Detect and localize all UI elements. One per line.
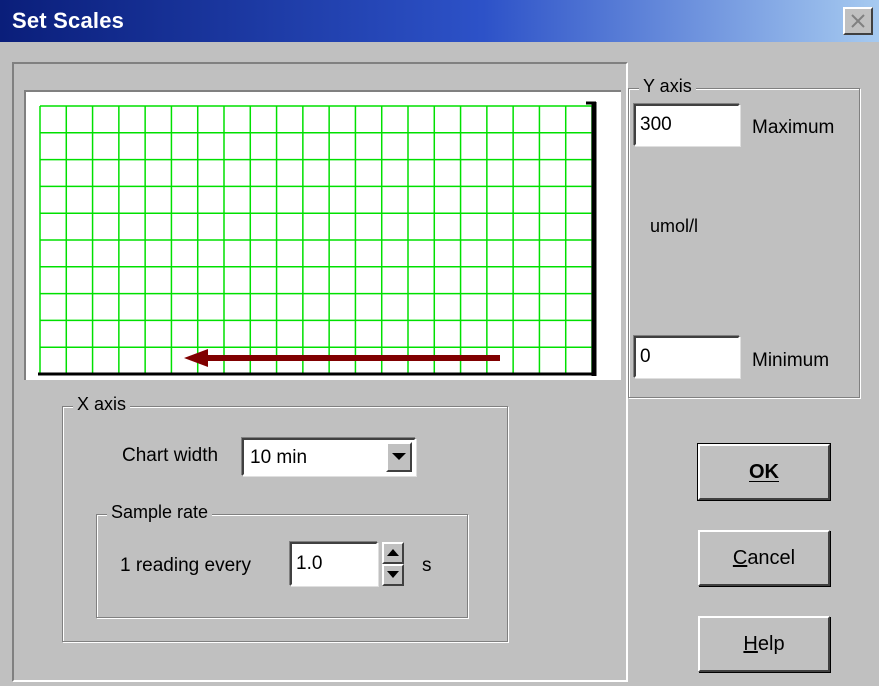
title-bar: Set Scales [0,0,879,42]
sample-rate-input-frame [290,542,378,586]
help-button-label: Help [743,632,785,655]
close-button[interactable] [843,7,873,35]
sample-rate-unit: s [422,555,432,576]
close-icon [851,14,865,28]
cancel-button[interactable]: Cancel [698,530,830,586]
sample-rate-spin-up[interactable] [382,542,404,564]
x-axis-legend: X axis [73,394,131,415]
chart-width-dropdown-button[interactable] [386,442,412,472]
y-axis-legend: Y axis [639,76,696,97]
chart-width-label: Chart width [122,445,219,466]
sample-rate-prefix-label: 1 reading every [120,555,251,576]
chart-width-value: 10 min [250,447,308,468]
window-title: Set Scales [12,8,125,33]
y-minimum-label: Minimum [752,350,830,371]
arrow-down-icon [387,571,399,578]
y-maximum-input[interactable] [636,106,738,144]
chart-width-select[interactable]: 10 min [242,438,416,476]
y-unit-label: umol/l [650,216,699,236]
y-maximum-label: Maximum [752,117,835,138]
cancel-button-label: Cancel [732,546,796,569]
ok-button-label: OK [749,460,779,483]
y-min-input-frame [634,336,740,378]
chart-preview [24,90,621,380]
arrow-up-icon [387,549,399,556]
ok-button[interactable]: OK [697,443,831,501]
chevron-down-icon [392,453,406,460]
chart-grid [38,101,597,376]
scroll-direction-arrow-head [184,349,208,367]
sample-rate-input[interactable] [292,544,376,584]
sample-rate-legend: Sample rate [107,502,213,523]
sample-rate-spin-down[interactable] [382,564,404,586]
help-button[interactable]: Help [698,616,830,672]
y-max-input-frame [634,104,740,146]
y-minimum-input[interactable] [636,338,738,376]
